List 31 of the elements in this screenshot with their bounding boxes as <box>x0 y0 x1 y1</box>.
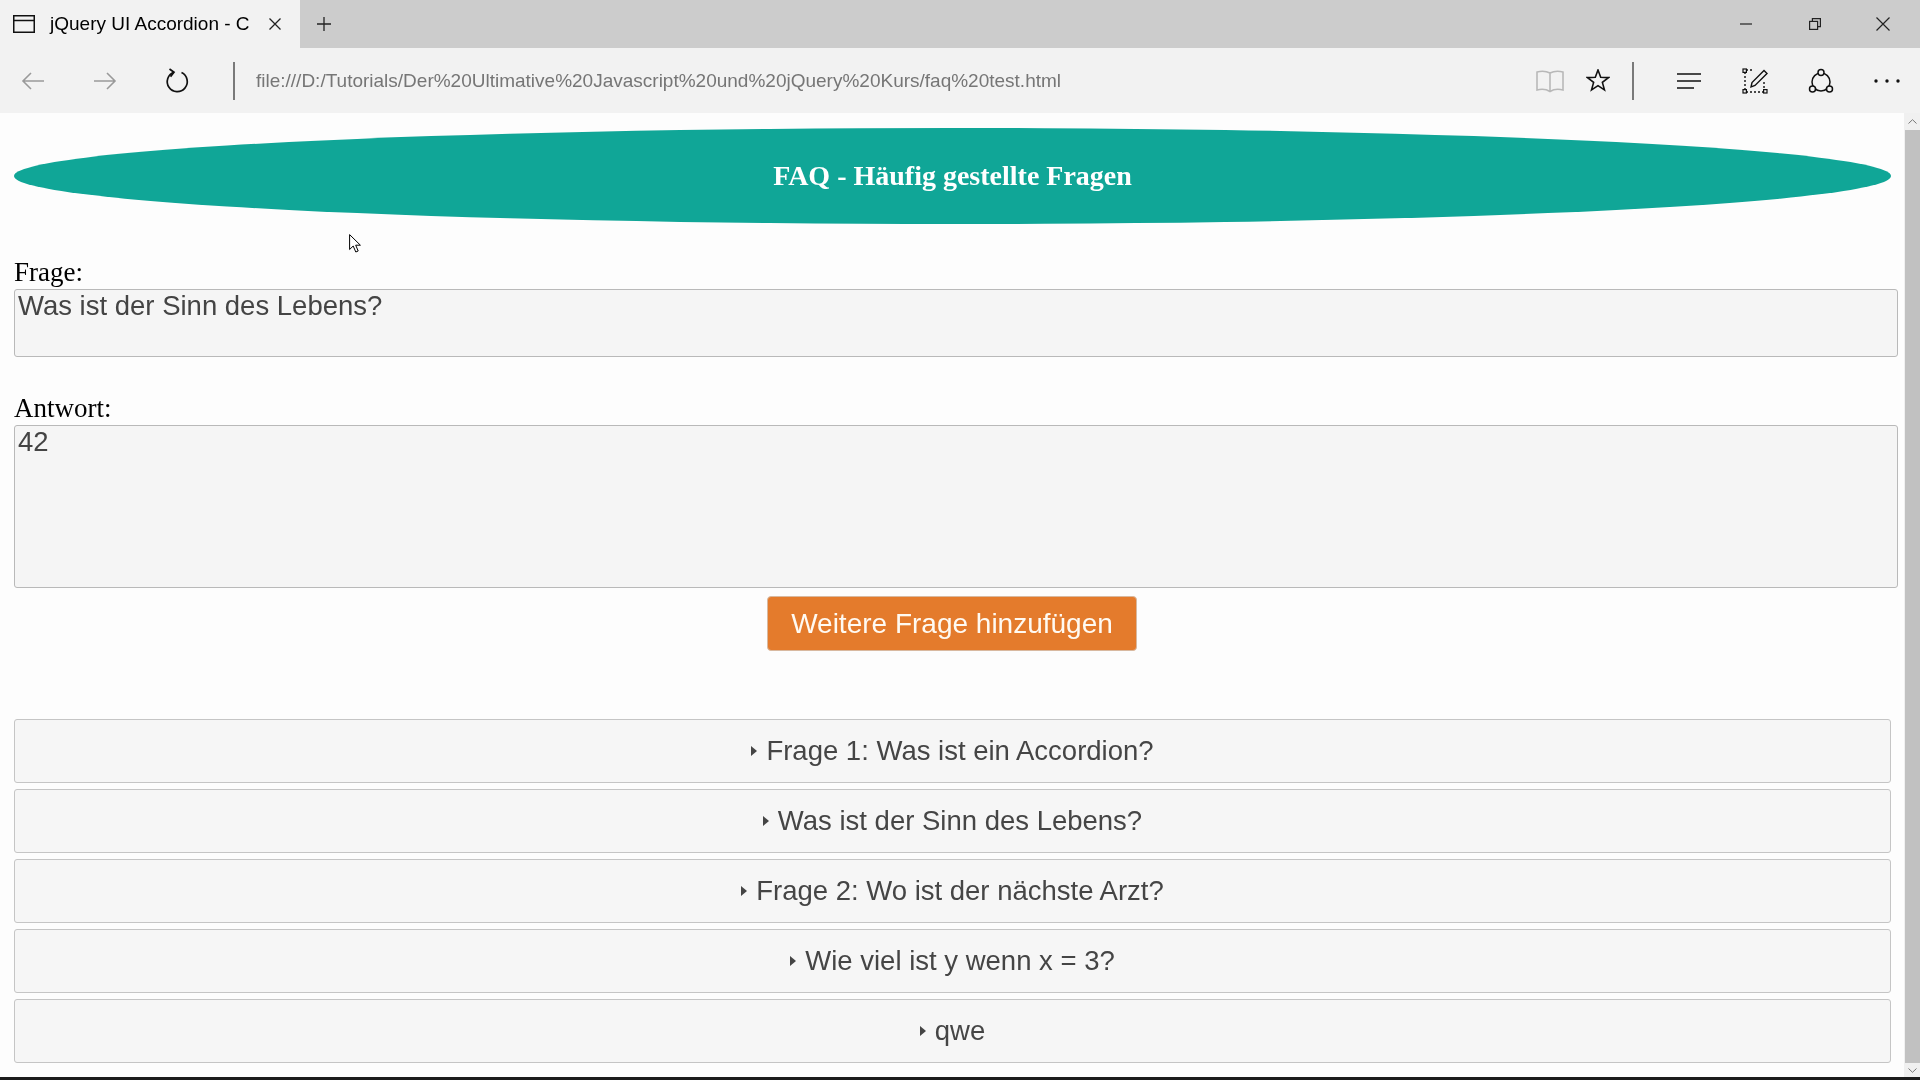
mouse-pointer-icon <box>349 234 361 253</box>
scroll-down-icon[interactable] <box>1907 1067 1917 1073</box>
caret-icon <box>751 746 758 756</box>
close-icon[interactable] <box>269 18 281 30</box>
close-icon[interactable] <box>1876 17 1890 31</box>
accordion-header[interactable]: Was ist der Sinn des Lebens? <box>14 789 1891 853</box>
restore-icon[interactable] <box>1809 18 1821 30</box>
share-icon[interactable] <box>1808 67 1834 94</box>
caret-icon <box>762 816 769 826</box>
caret-icon <box>741 886 748 896</box>
list-icon[interactable] <box>1676 71 1702 90</box>
question-label: Frage: <box>14 257 83 287</box>
star-icon[interactable] <box>1586 69 1610 92</box>
answer-label: Antwort: <box>14 393 112 423</box>
accordion-header[interactable]: Frage 2: Wo ist der nächste Arzt? <box>14 859 1891 923</box>
page-icon <box>13 15 35 33</box>
caret-icon <box>790 956 797 966</box>
plus-icon[interactable] <box>317 17 331 31</box>
refresh-icon[interactable] <box>164 67 190 94</box>
scroll-up-icon[interactable] <box>1907 119 1917 124</box>
answer-field[interactable]: 42 <box>14 425 1898 588</box>
more-icon[interactable] <box>1874 78 1900 83</box>
page-title: FAQ - Häufig gestellte Fragen <box>773 160 1132 192</box>
caret-icon <box>919 1026 926 1036</box>
accordion-header[interactable]: Wie viel ist y wenn x = 3? <box>14 929 1891 993</box>
pen-square-icon[interactable] <box>1742 67 1768 94</box>
accordion-header[interactable]: qwe <box>14 999 1891 1063</box>
question-field[interactable]: Was ist der Sinn des Lebens? <box>14 289 1898 357</box>
accordion-header[interactable]: Frage 1: Was ist ein Accordion? <box>14 719 1891 783</box>
address-field[interactable]: file:///D:/Tutorials/Der%20Ultimative%20Javascript%20und%20jQuery%20Kurs/faq%20test.html <box>256 69 1062 92</box>
browser-tab[interactable]: jQuery UI Accordion - C <box>0 0 300 48</box>
